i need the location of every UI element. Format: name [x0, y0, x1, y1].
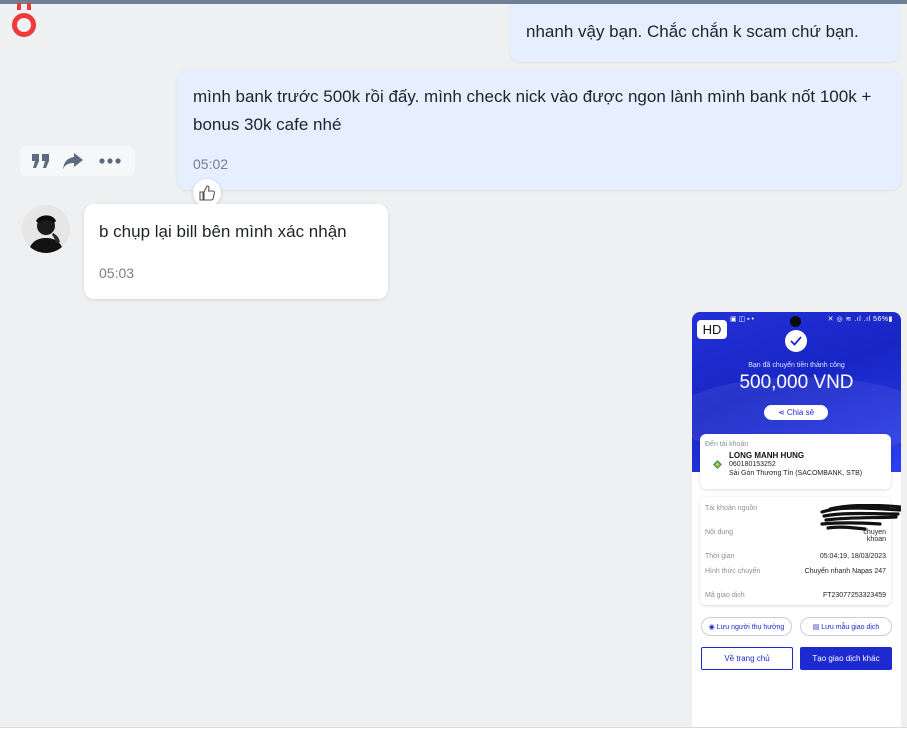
- to-account-label: Đến tài khoản: [705, 441, 749, 448]
- recipient-card: Đến tài khoản LONG MANH HUNG 06018015325…: [700, 434, 891, 489]
- message-text: nhanh vậy bạn. Chắc chắn k scam chứ bạn.: [526, 22, 859, 41]
- save-beneficiary-label: Lưu người thụ hưởng: [716, 624, 785, 631]
- redaction-scribble: [820, 504, 901, 531]
- thumbs-up-icon[interactable]: [193, 179, 221, 207]
- user-circle-icon: ◉: [708, 624, 717, 631]
- message-time: 05:02: [193, 156, 229, 172]
- share-label: Chia sẻ: [786, 408, 815, 417]
- detail-value: Chuyển nhanh Napas 247: [804, 568, 886, 575]
- more-icon[interactable]: [98, 152, 122, 170]
- recipient-account: 060180153252: [729, 461, 776, 468]
- bank-logo-icon: [713, 460, 722, 469]
- avatar[interactable]: [22, 205, 70, 253]
- status-bar-left: ▣ ◫ ▪ •: [730, 316, 754, 323]
- save-template-pill: ▤ Lưu mẫu giao dịch: [800, 617, 892, 636]
- message-text: b chụp lại bill bên mình xác nhận: [99, 222, 347, 241]
- save-beneficiary-pill: ◉ Lưu người thụ hưởng: [701, 617, 792, 636]
- message-actions-toolbar: [20, 146, 135, 176]
- document-icon: ▤: [812, 624, 822, 631]
- message-bubble-incoming[interactable]: b chụp lại bill bên mình xác nhận 05:03: [84, 204, 388, 299]
- detail-label: Thời gian: [705, 553, 735, 560]
- recipient-bank: Sài Gòn Thương Tín (SACOMBANK, STB): [729, 470, 863, 477]
- hd-badge: HD: [697, 320, 727, 339]
- share-icon: ⋖: [777, 408, 787, 417]
- check-icon: [785, 330, 807, 352]
- camera-cutout: [790, 316, 801, 327]
- share-button: ⋖ Chia sẻ: [764, 405, 828, 420]
- detail-label: Tài khoản nguồn: [705, 505, 758, 512]
- new-transaction-button: Tạo giao dịch khác: [800, 647, 892, 670]
- status-bar-right: ✕ ◎ ≋ .ıl .ıl 56%▮: [827, 316, 893, 323]
- message-text: mình bank trước 500k rồi đấy. mình check…: [193, 87, 872, 134]
- detail-label: Hình thức chuyển: [705, 568, 761, 575]
- detail-label: Nội dung: [705, 529, 734, 536]
- recipient-name: LONG MANH HUNG: [729, 451, 805, 460]
- detail-value: FT23077253323459: [822, 592, 886, 599]
- logo-ring: [12, 13, 36, 37]
- message-bubble-outgoing[interactable]: mình bank trước 500k rồi đấy. mình check…: [177, 69, 901, 190]
- detail-value: 05:04:19, 18/03/2023: [819, 553, 886, 560]
- quote-icon[interactable]: [31, 152, 51, 170]
- composer-area[interactable]: [0, 728, 907, 732]
- transfer-amount: 500,000 VND: [739, 372, 854, 393]
- forward-icon[interactable]: [62, 152, 84, 170]
- message-bubble-outgoing[interactable]: nhanh vậy bạn. Chắc chắn k scam chứ bạn.: [510, 4, 900, 62]
- receipt-image[interactable]: ▣ ◫ ▪ • ✕ ◎ ≋ .ıl .ıl 56%▮ Bạn đã chuyển…: [692, 312, 901, 732]
- home-button: Về trang chủ: [701, 647, 793, 670]
- detail-label: Mã giao dịch: [705, 592, 745, 599]
- save-template-label: Lưu mẫu giao dịch: [821, 624, 880, 631]
- message-time: 05:03: [99, 265, 135, 281]
- logo-bars: [17, 3, 31, 10]
- success-text: Bạn đã chuyển tiền thành công: [748, 362, 845, 369]
